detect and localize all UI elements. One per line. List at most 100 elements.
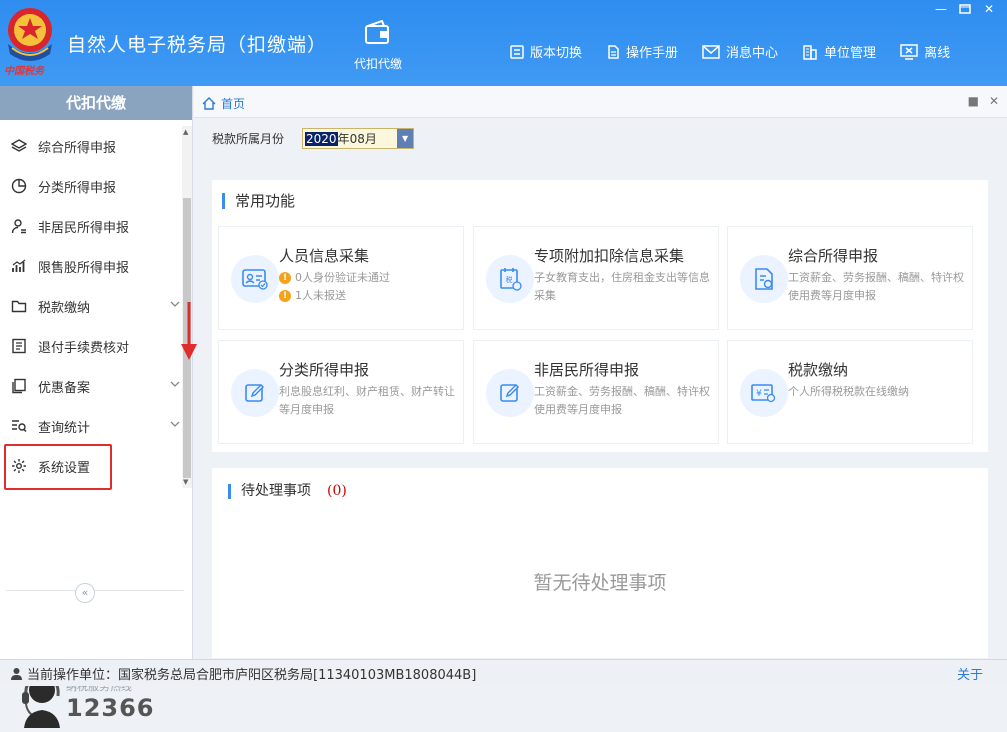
card-person-info[interactable]: 人员信息采集 ! 0人身份验证未通过 ! 1人未报送 — [218, 226, 464, 330]
sidebar-item-label: 限售股所得申报 — [38, 260, 130, 276]
copy-icon — [10, 377, 28, 395]
card-tax-payment[interactable]: ¥ 税款缴纳 个人所得税税款在线缴纳 — [727, 340, 973, 444]
warning-icon: ! — [279, 272, 291, 284]
sidebar-item-refund-fee-check[interactable]: 退付手续费核对 — [0, 326, 180, 366]
card-desc: 个人所得税税款在线缴纳 — [788, 385, 909, 398]
current-unit-text: 当前操作单位：国家税务总局合肥市庐阳区税务局[11340103MB1808044… — [27, 667, 477, 683]
menu-message-center-label: 消息中心 — [726, 46, 779, 61]
sidebar-divider — [6, 590, 184, 591]
app-title: 自然人电子税务局（扣缴端） — [67, 34, 328, 56]
tab-home[interactable]: 首页 — [202, 95, 245, 112]
tab-close-button[interactable]: ✕ — [989, 94, 999, 108]
sidebar-item-preferential-filing[interactable]: 优惠备案 — [0, 366, 180, 406]
sidebar-item-label: 优惠备案 — [38, 380, 91, 396]
nav-withholding[interactable]: 代扣代缴 — [348, 19, 408, 72]
minimize-button[interactable]: — — [929, 0, 953, 18]
menu-version-switch-label: 版本切换 — [530, 46, 583, 61]
menu-unit-management-label: 单位管理 — [824, 46, 877, 61]
pending-empty-text: 暂无待处理事项 — [533, 572, 667, 594]
card-title: 综合所得申报 — [788, 247, 879, 265]
tax-period-row: 税款所属月份 2020 年08月 ▼ — [212, 128, 415, 149]
close-button[interactable]: ✕ — [977, 0, 1001, 18]
sidebar-item-nonresident-income[interactable]: 非居民所得申报 — [0, 206, 180, 246]
scroll-up-arrow[interactable]: ▲ — [183, 128, 188, 136]
card-special-deduction[interactable]: 税 专项附加扣除信息采集 子女教育支出，住房租金支出等信息采集 — [473, 226, 719, 330]
warning-icon: ! — [279, 290, 291, 302]
menu-version-switch[interactable]: 版本切换 — [510, 42, 582, 61]
maximize-button[interactable] — [953, 0, 977, 18]
chevron-down-icon[interactable] — [170, 380, 180, 388]
card-title: 专项附加扣除信息采集 — [534, 247, 685, 265]
highlight-box-system-settings — [4, 444, 112, 490]
card-title: 分类所得申报 — [279, 361, 370, 379]
wallet-icon — [365, 19, 389, 44]
pending-title-row: 待处理事项 (0) — [228, 484, 347, 499]
collapse-sidebar-button[interactable]: « — [75, 583, 95, 603]
menu-manual-label: 操作手册 — [626, 46, 679, 61]
building-icon — [803, 44, 817, 60]
card-title: 人员信息采集 — [279, 247, 370, 265]
sidebar-item-label: 税款缴纳 — [38, 300, 91, 316]
logo-caption: 中国税务 — [4, 66, 44, 77]
about-link[interactable]: 关于 — [957, 664, 983, 683]
header-menu: 版本切换 操作手册 消息中心 单位管理 离线 — [510, 42, 974, 61]
offline-icon — [900, 43, 918, 60]
sidebar-item-tax-payment[interactable]: 税款缴纳 — [0, 286, 180, 326]
current-unit: 当前操作单位：国家税务总局合肥市庐阳区税务局[11340103MB1808044… — [10, 664, 476, 683]
search-list-icon — [10, 417, 28, 435]
sidebar-item-restricted-stock[interactable]: 限售股所得申报 — [0, 246, 180, 286]
hotline-number: 12366 — [66, 694, 155, 722]
menu-manual[interactable]: 操作手册 — [606, 42, 678, 61]
tab-controls: ■ ✕ — [958, 94, 999, 108]
warning-row: ! 0人身份验证未通过 — [279, 269, 459, 287]
menu-offline[interactable]: 离线 — [900, 42, 950, 61]
maximize-icon — [959, 4, 971, 14]
tax-period-year: 2020 — [305, 131, 338, 146]
folder-icon — [10, 297, 28, 315]
scroll-down-arrow[interactable]: ▼ — [183, 478, 188, 486]
pending-count: (0) — [327, 483, 347, 499]
tax-period-select[interactable]: 2020 年08月 ▼ — [302, 128, 415, 149]
menu-message-center[interactable]: 消息中心 — [702, 42, 778, 61]
menu-unit-management[interactable]: 单位管理 — [802, 42, 876, 61]
card-warnings: ! 0人身份验证未通过 ! 1人未报送 — [279, 269, 459, 305]
layers-icon — [10, 137, 28, 155]
window-controls: — ✕ — [929, 0, 1001, 18]
tab-restore-button[interactable]: ■ — [968, 94, 979, 108]
sidebar-item-query-statistics[interactable]: 查询统计 — [0, 406, 180, 446]
svg-text:¥: ¥ — [756, 389, 762, 399]
pending-title: 待处理事项 — [241, 483, 311, 499]
mail-icon — [702, 44, 720, 59]
card-classified-income[interactable]: 分类所得申报 利息股息红利、财产租赁、财产转让等月度申报 — [218, 340, 464, 444]
home-icon — [202, 97, 216, 110]
nav-withholding-label: 代扣代缴 — [353, 57, 402, 71]
tax-period-label: 税款所属月份 — [212, 132, 285, 146]
warning-text: 1人未报送 — [295, 289, 346, 302]
chevron-down-icon[interactable] — [170, 420, 180, 428]
yuan-bill-icon: ¥ — [740, 369, 788, 417]
card-nonresident-income[interactable]: 非居民所得申报 工资薪金、劳务报酬、稿酬、特许权使用费等月度申报 — [473, 340, 719, 444]
sidebar: 代扣代缴 综合所得申报 分类所得申报 非居民所得申报 限售股所得申报 税款缴纳 … — [0, 86, 193, 728]
switch-icon — [510, 44, 524, 59]
common-functions-title: 常用功能 — [222, 193, 295, 209]
sidebar-menu: 综合所得申报 分类所得申报 非居民所得申报 限售股所得申报 税款缴纳 退付手续费… — [0, 126, 180, 486]
sidebar-item-classified-income[interactable]: 分类所得申报 — [0, 166, 180, 206]
tax-emblem-logo: 中国税务 — [2, 4, 58, 77]
sidebar-item-comprehensive-income[interactable]: 综合所得申报 — [0, 126, 180, 166]
bar-chart-icon — [10, 257, 28, 275]
sidebar-item-label: 综合所得申报 — [38, 140, 117, 156]
tab-bar: 首页 ■ ✕ — [194, 86, 1007, 118]
card-comprehensive-income[interactable]: 综合所得申报 工资薪金、劳务报酬、稿酬、特许权使用费等月度申报 — [727, 226, 973, 330]
card-desc: 工资薪金、劳务报酬、稿酬、特许权使用费等月度申报 — [788, 271, 964, 302]
card-title: 税款缴纳 — [788, 361, 849, 379]
person-icon — [10, 217, 28, 235]
edit-icon — [486, 369, 534, 417]
sidebar-item-label: 分类所得申报 — [38, 180, 117, 196]
pie-icon — [10, 177, 28, 195]
sidebar-item-label: 非居民所得申报 — [38, 220, 130, 236]
chevron-down-icon[interactable]: ▼ — [397, 129, 414, 148]
id-card-icon — [231, 255, 279, 303]
manual-icon — [608, 44, 619, 59]
red-arrow-annotation — [180, 302, 198, 366]
chevron-down-icon[interactable] — [170, 300, 180, 308]
